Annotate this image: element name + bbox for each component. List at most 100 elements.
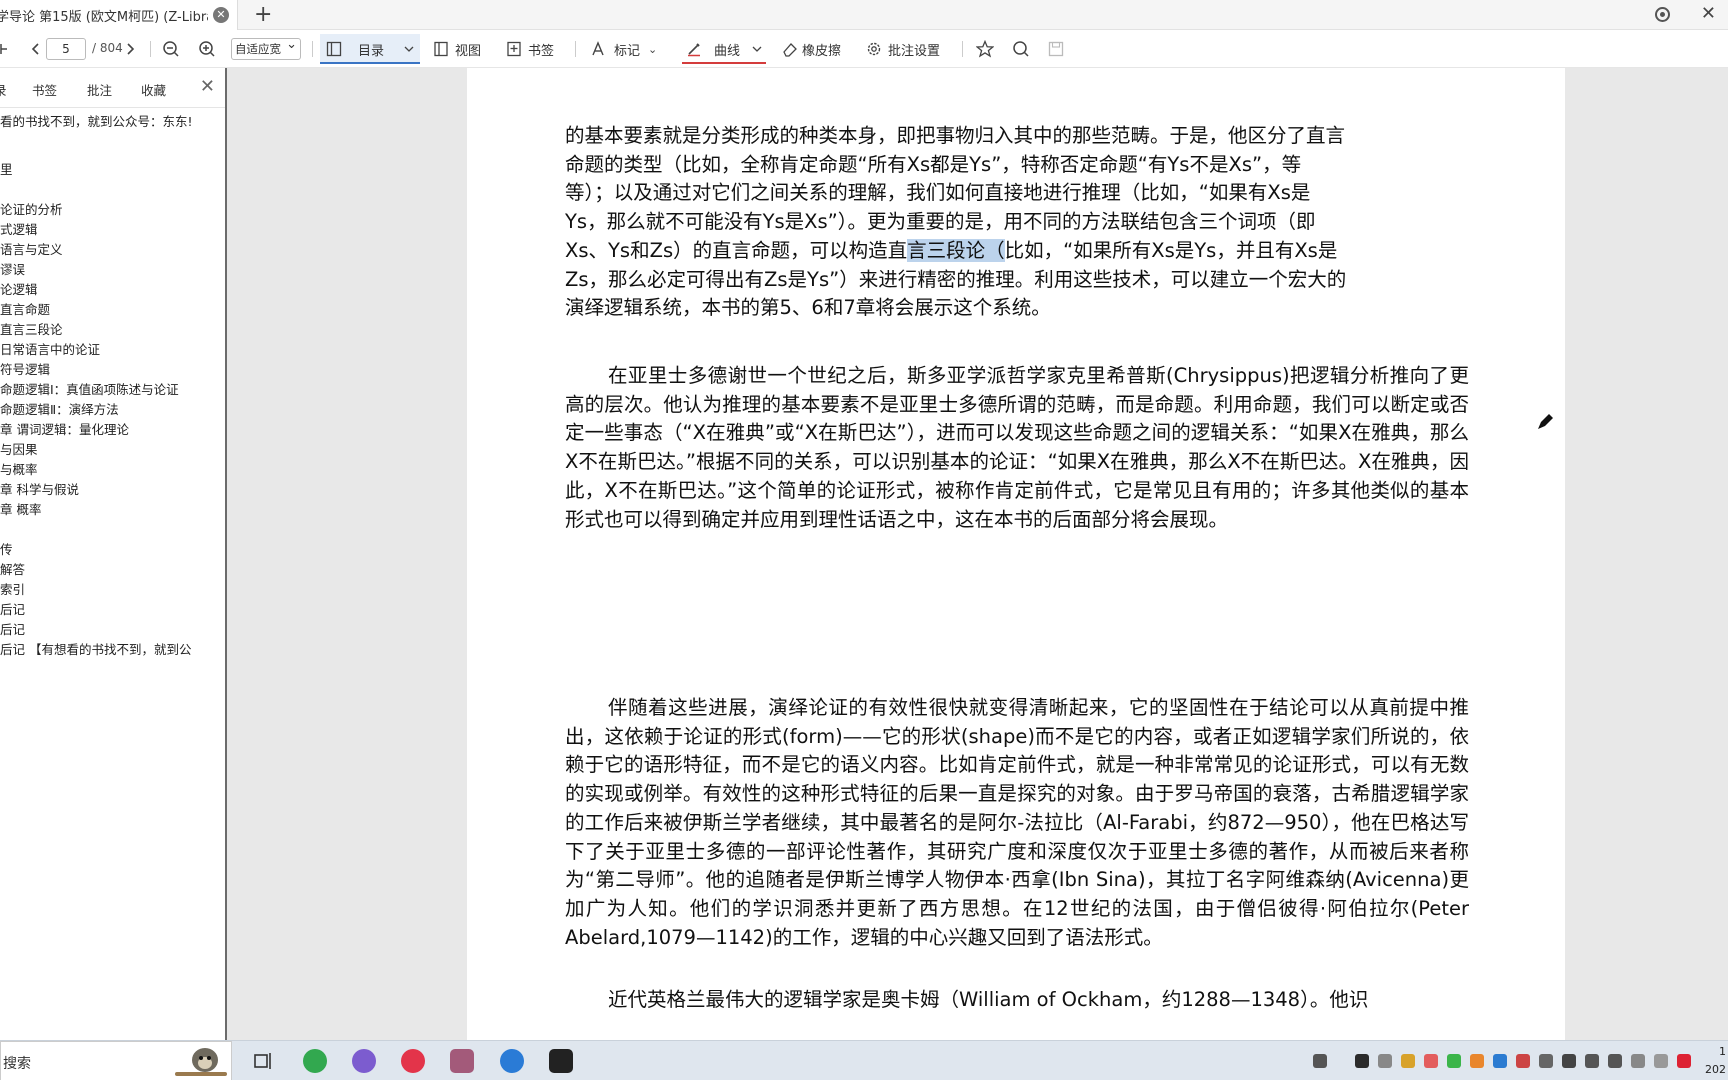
page-number-input[interactable]: 5 xyxy=(46,38,86,60)
tray-app-icon[interactable] xyxy=(1313,1054,1327,1068)
zoom-out-icon[interactable] xyxy=(162,38,180,60)
volume-icon[interactable] xyxy=(1608,1054,1622,1068)
next-page-icon[interactable] xyxy=(126,38,136,60)
ime-icon[interactable] xyxy=(1631,1054,1645,1068)
tray-app-icon[interactable] xyxy=(1424,1054,1438,1068)
tray-app-icon[interactable] xyxy=(1654,1054,1668,1068)
network-icon[interactable] xyxy=(1585,1054,1599,1068)
toc-item[interactable]: 与因果 xyxy=(0,440,38,460)
toc-dropdown-icon[interactable] xyxy=(404,38,414,60)
toc-item[interactable]: 直言命题 xyxy=(0,300,50,320)
text-line: Xs、Ys和Zs）的直言命题，可以构造直言三段论（比如，“如果所有Xs是Ys，并… xyxy=(565,237,1469,266)
toolbar: 5 / 804 自适应宽 目录 视图 书签 标记 ⌄ 曲线 橡皮擦 xyxy=(0,30,1728,68)
new-tab-button[interactable]: + xyxy=(254,2,272,28)
app-icon[interactable] xyxy=(352,1049,376,1073)
view-button[interactable]: 视图 xyxy=(433,38,481,60)
pen-icon xyxy=(686,38,702,60)
sidebar-tab-annotations[interactable]: 批注 xyxy=(87,80,112,99)
toc-item[interactable]: 章 科学与假说 xyxy=(0,480,79,500)
toc-item[interactable]: 章 谓词逻辑：量化理论 xyxy=(0,420,129,440)
microphone-icon[interactable] xyxy=(1562,1054,1576,1068)
prev-page-icon[interactable] xyxy=(30,38,40,60)
toc-item[interactable]: 命题逻辑Ⅱ：演绎方法 xyxy=(0,400,119,420)
tray-app-icon[interactable] xyxy=(1401,1054,1415,1068)
highlighted-text[interactable]: 言三段论（ xyxy=(907,238,1005,262)
toc-item[interactable]: 日常语言中的论证 xyxy=(0,340,100,360)
search-icon[interactable] xyxy=(1012,38,1030,60)
zoom-fit-select[interactable]: 自适应宽 xyxy=(231,35,301,60)
toc-item[interactable]: 语言与定义 xyxy=(0,240,63,260)
toc-item[interactable]: 后记 xyxy=(0,620,25,640)
zoom-in-icon[interactable] xyxy=(198,38,216,60)
tray-app-icon[interactable] xyxy=(1447,1054,1461,1068)
curve-dropdown-icon[interactable] xyxy=(752,38,762,60)
pdf-reader-icon[interactable] xyxy=(500,1049,524,1073)
sidebar-tab-favorites[interactable]: 收藏 xyxy=(141,80,166,99)
toc-icon xyxy=(326,38,342,60)
avatar-app-icon[interactable] xyxy=(450,1049,474,1073)
toc-item[interactable]: 里 xyxy=(0,160,13,180)
sidebar-tabs: 录 书签 批注 收藏 ✕ xyxy=(0,68,225,108)
close-tab-icon[interactable]: ✕ xyxy=(213,7,229,23)
pen-cursor-icon xyxy=(1538,414,1553,429)
tray-app-icon[interactable] xyxy=(1493,1054,1507,1068)
toc-item[interactable]: 命题逻辑Ⅰ：真值函项陈述与论证 xyxy=(0,380,179,400)
tray-app-icon[interactable] xyxy=(1378,1054,1392,1068)
text-line: 命题的类型（比如，全称肯定命题“所有Xs都是Ys”，特称否定命题“有Ys不是Xs… xyxy=(565,152,1302,176)
paragraph: 近代英格兰最伟大的逻辑学家是奥卡姆（William of Ockham，约128… xyxy=(608,988,1369,1011)
tab-bar: 学导论 第15版 (欧文M柯匹) (Z-Librar... ✕ + ✕ xyxy=(0,0,1728,30)
toc-item[interactable]: 谬误 xyxy=(0,260,25,280)
sidebar-tab-bookmarks[interactable]: 书签 xyxy=(32,80,57,99)
toc-item[interactable]: 后记 【有想看的书找不到，就到公 xyxy=(0,640,191,660)
sidebar-panel: 录 书签 批注 收藏 ✕ 看的书找不到，就到公众号：东东! 里 论证的分析 式逻… xyxy=(0,68,227,1040)
toc-item[interactable]: 论逻辑 xyxy=(0,280,38,300)
sidebar-tab-toc[interactable]: 录 xyxy=(0,80,7,99)
tray-app-icon[interactable] xyxy=(1470,1054,1484,1068)
sidebar-close-icon[interactable]: ✕ xyxy=(200,76,215,97)
bookmark-button[interactable]: 书签 xyxy=(506,38,554,60)
task-view-icon[interactable] xyxy=(252,1049,276,1073)
monkey-icon xyxy=(175,1048,227,1076)
toc-item[interactable]: 论证的分析 xyxy=(0,200,63,220)
browser-icon[interactable] xyxy=(303,1049,327,1073)
mark-button[interactable]: 标记 ⌄ xyxy=(590,38,657,60)
document-viewport[interactable]: 的基本要素就是分类形成的种类本身，即把事物归入其中的那些范畴。于是，他区分了直言… xyxy=(227,68,1728,1040)
text-line: 的基本要素就是分类形成的种类本身，即把事物归入其中的那些范畴。于是，他区分了直言 xyxy=(565,124,1346,147)
tray-app-icon[interactable] xyxy=(1677,1054,1691,1068)
eraser-label: 橡皮擦 xyxy=(802,43,842,59)
pdf-page: 的基本要素就是分类形成的种类本身，即把事物归入其中的那些范畴。于是，他区分了直言… xyxy=(467,68,1565,678)
text-span: Xs、Ys和Zs）的直言命题，可以构造直 xyxy=(565,238,908,262)
window-close-button[interactable]: ✕ xyxy=(1701,3,1716,24)
toc-item[interactable]: 解答 xyxy=(0,560,25,580)
text-line: Ys，那么就不可能没有Ys是Xs”）。更为重要的是，用不同的方法联结包含三个词项… xyxy=(565,210,1316,234)
record-icon[interactable] xyxy=(1655,7,1670,22)
sidebar-toggle-icon[interactable] xyxy=(0,38,8,60)
tray-app-icon[interactable] xyxy=(1516,1054,1530,1068)
tray-app-icon[interactable] xyxy=(1539,1054,1553,1068)
music-app-icon[interactable] xyxy=(401,1049,425,1073)
mark-dropdown-icon[interactable]: ⌄ xyxy=(648,43,657,56)
document-tab-title: 学导论 第15版 (欧文M柯匹) (Z-Librar... xyxy=(0,9,208,25)
save-icon[interactable] xyxy=(1048,38,1064,60)
text-span: 比如，“如果所有Xs是Ys，并且有Xs是 xyxy=(1004,238,1338,262)
toolbar-divider xyxy=(312,41,313,57)
toc-item[interactable]: 符号逻辑 xyxy=(0,360,50,380)
nvidia-icon[interactable] xyxy=(549,1049,573,1073)
document-tab[interactable]: 学导论 第15版 (欧文M柯匹) (Z-Librar... ✕ xyxy=(0,0,238,30)
taskbar-search-box[interactable]: 搜索 xyxy=(0,1041,232,1080)
toc-item[interactable]: 后记 xyxy=(0,600,25,620)
paragraph: 的基本要素就是分类形成的种类本身，即把事物归入其中的那些范畴。于是，他区分了直言… xyxy=(565,122,1469,323)
taskbar-clock[interactable]: 1 202 xyxy=(1705,1043,1726,1079)
sidebar-note[interactable]: 看的书找不到，就到公众号：东东! xyxy=(0,111,193,130)
annotation-settings-button[interactable]: 批注设置 xyxy=(866,38,940,60)
tray-app-icon[interactable] xyxy=(1355,1054,1369,1068)
toc-item[interactable]: 章 概率 xyxy=(0,500,41,520)
toc-item[interactable]: 传 xyxy=(0,540,13,560)
toc-item[interactable]: 与概率 xyxy=(0,460,38,480)
toc-item[interactable]: 索引 xyxy=(0,580,25,600)
toc-item[interactable]: 直言三段论 xyxy=(0,320,63,340)
star-icon[interactable] xyxy=(976,38,994,60)
eraser-button[interactable]: 橡皮擦 xyxy=(782,38,841,60)
toc-item[interactable]: 式逻辑 xyxy=(0,220,38,240)
toolbar-divider xyxy=(150,41,151,57)
